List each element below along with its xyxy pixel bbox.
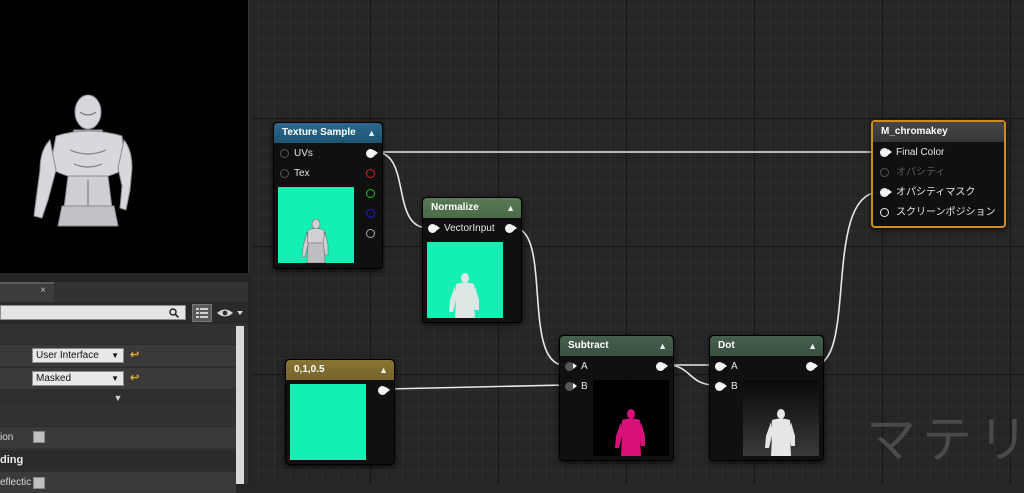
material-result-node[interactable]: M_chromakey Final Color オパシティ オパシティマスク ス… [871, 120, 1006, 228]
reset-arrow-icon[interactable]: ↩ [130, 371, 139, 384]
pin-b[interactable]: B [715, 380, 738, 394]
node-title: Texture Sample [282, 127, 356, 138]
node-header[interactable]: M_chromakey [873, 122, 1004, 142]
output-pin[interactable] [656, 362, 668, 371]
pin-tex[interactable]: Tex [280, 167, 310, 181]
material-domain-dropdown[interactable]: User Interface ▼ [32, 348, 124, 363]
pin-screen-position[interactable]: スクリーンポジション [880, 206, 996, 220]
output-pin[interactable] [378, 386, 390, 395]
details-panel: × User Interface ▼ ↩ Masked ▼ ↩ ▼ ion di… [0, 282, 248, 493]
collapse-arrow-icon[interactable]: ▲ [808, 336, 817, 356]
details-scrollbar[interactable] [236, 326, 244, 484]
visibility-button[interactable] [216, 307, 244, 319]
grid-view-icon [196, 308, 208, 318]
material-graph-canvas[interactable]: Texture Sample ▲ UVs Tex Normalize ▲ Vec… [252, 0, 1024, 484]
details-tab[interactable]: × [0, 282, 54, 302]
node-header[interactable]: Dot ▲ [710, 336, 823, 356]
pin-uvs[interactable]: UVs [280, 147, 313, 161]
output-a-pin[interactable] [366, 229, 375, 238]
property-label: eflectic [0, 477, 32, 488]
grid-view-button[interactable] [192, 304, 212, 322]
pin-vector-input[interactable]: VectorInput [428, 222, 495, 236]
node-header[interactable]: Normalize ▲ [423, 198, 521, 218]
node-header[interactable]: Texture Sample ▲ [274, 123, 382, 143]
property-row-blend-mode: Masked ▼ ↩ [0, 367, 236, 389]
property-checkbox[interactable] [33, 431, 45, 443]
node-title: Subtract [568, 340, 609, 351]
section-header[interactable]: ding [0, 450, 236, 470]
constant-color-swatch [290, 384, 366, 460]
mannequin-thumbnail [765, 409, 795, 456]
subtract-node[interactable]: Subtract ▲ A B [559, 335, 674, 461]
output-g-pin[interactable] [366, 189, 375, 198]
property-row-domain: User Interface ▼ ↩ [0, 344, 236, 366]
search-icon [169, 308, 179, 318]
node-header[interactable]: Subtract ▲ [560, 336, 673, 356]
pin-a[interactable]: A [565, 360, 588, 374]
dot-node[interactable]: Dot ▲ A B [709, 335, 824, 461]
property-row-reflection: eflectic [0, 471, 236, 493]
reset-arrow-icon[interactable]: ↩ [130, 348, 139, 361]
normalize-preview [427, 242, 503, 318]
property-row-checkbox: ion [0, 426, 236, 448]
mannequin-thumbnail [301, 218, 329, 264]
collapse-arrow-icon[interactable]: ▲ [506, 198, 515, 218]
pin-b[interactable]: B [565, 380, 588, 394]
output-b-pin[interactable] [366, 209, 375, 218]
collapse-arrow-icon[interactable]: ▲ [367, 123, 376, 143]
node-title: Normalize [431, 202, 479, 213]
node-title: 0,1,0.5 [294, 364, 325, 375]
advanced-expander[interactable]: ▼ [0, 389, 236, 405]
pin-opacity-mask[interactable]: オパシティマスク [880, 186, 975, 200]
mannequin-thumbnail [449, 273, 479, 318]
output-pin[interactable] [806, 362, 818, 371]
property-checkbox[interactable] [33, 477, 45, 489]
tab-close-icon[interactable]: × [40, 285, 46, 296]
blend-mode-dropdown[interactable]: Masked ▼ [32, 371, 124, 386]
subtract-preview [593, 380, 669, 456]
output-r-pin[interactable] [366, 169, 375, 178]
normalize-node[interactable]: Normalize ▲ VectorInput [422, 197, 522, 323]
collapse-arrow-icon[interactable]: ▲ [658, 336, 667, 356]
search-input[interactable] [0, 305, 186, 320]
graph-watermark: マテリ [866, 412, 1024, 468]
eye-icon [217, 309, 243, 317]
node-title: M_chromakey [881, 126, 948, 137]
output-pin[interactable] [505, 224, 517, 233]
texture-sample-node[interactable]: Texture Sample ▲ UVs Tex [273, 122, 383, 269]
property-label: ion [0, 432, 14, 443]
node-title: Dot [718, 340, 735, 351]
mannequin-thumbnail [615, 409, 645, 456]
output-rgb-pin[interactable] [366, 149, 378, 158]
preview-viewport[interactable] [0, 0, 249, 274]
chevron-down-icon: ▼ [111, 374, 119, 383]
collapse-arrow-icon[interactable]: ▲ [379, 360, 388, 380]
search-row [0, 302, 248, 324]
mannequin-preview [33, 94, 133, 227]
chevron-down-icon: ▼ [111, 351, 119, 360]
dot-preview [743, 380, 819, 456]
node-header[interactable]: 0,1,0.5 ▲ [286, 360, 394, 380]
pin-opacity[interactable]: オパシティ [880, 166, 945, 180]
wire-constant-to-subtract-b [386, 384, 565, 390]
pin-a[interactable]: A [715, 360, 738, 374]
constant3vector-node[interactable]: 0,1,0.5 ▲ [285, 359, 395, 465]
texture-preview [278, 187, 354, 264]
collapse-arrow-icon: ▼ [113, 393, 123, 403]
pin-final-color[interactable]: Final Color [880, 146, 944, 160]
